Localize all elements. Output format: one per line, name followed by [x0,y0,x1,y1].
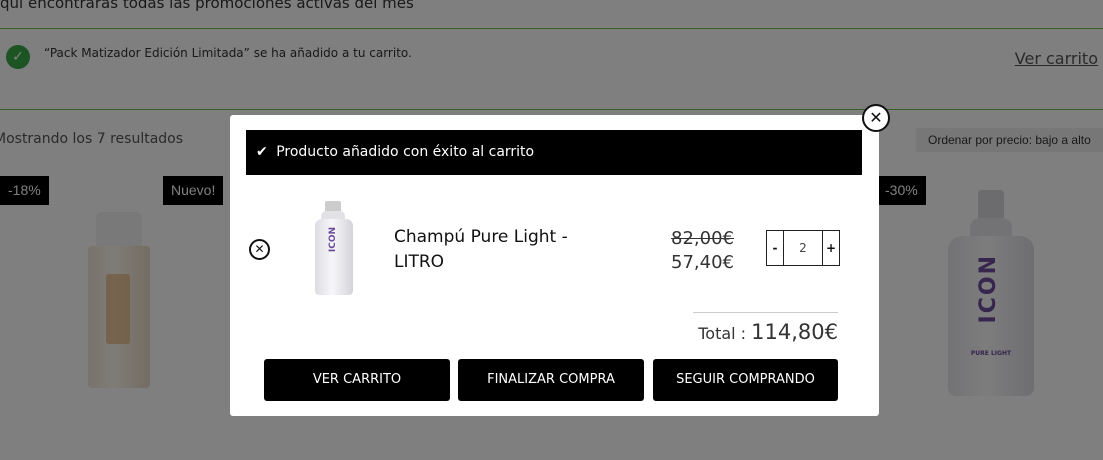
cart-total: Total : 114,80€ [610,320,838,344]
sale-price: 57,40€ [671,252,734,273]
success-banner: ✔ Producto añadido con éxito al carrito [246,130,862,175]
thumbnail-brand-logo: ICON [328,227,338,253]
continue-shopping-button[interactable]: SEGUIR COMPRANDO [653,359,838,401]
product-thumbnail: ICON [310,201,360,297]
divider [693,312,838,313]
quantity-input[interactable]: 2 [784,231,822,265]
success-message: Producto añadido con éxito al carrito [276,144,535,160]
product-name: Champú Pure Light - LITRO [394,227,568,272]
quantity-stepper: - 2 + [766,230,840,266]
added-to-cart-modal: ✔ Producto añadido con éxito al carrito … [230,115,879,416]
checkout-button[interactable]: FINALIZAR COMPRA [458,359,644,401]
remove-item-icon[interactable]: ✕ [249,239,270,260]
original-price: 82,00€ [671,228,734,249]
checkmark-icon: ✔ [256,144,268,160]
increase-quantity-button[interactable]: + [822,231,839,265]
total-value: 114,80€ [751,320,838,344]
decrease-quantity-button[interactable]: - [767,231,784,265]
close-modal-icon[interactable]: ✕ [862,104,890,132]
view-cart-button[interactable]: VER CARRITO [264,359,450,401]
total-label: Total : [698,324,752,343]
